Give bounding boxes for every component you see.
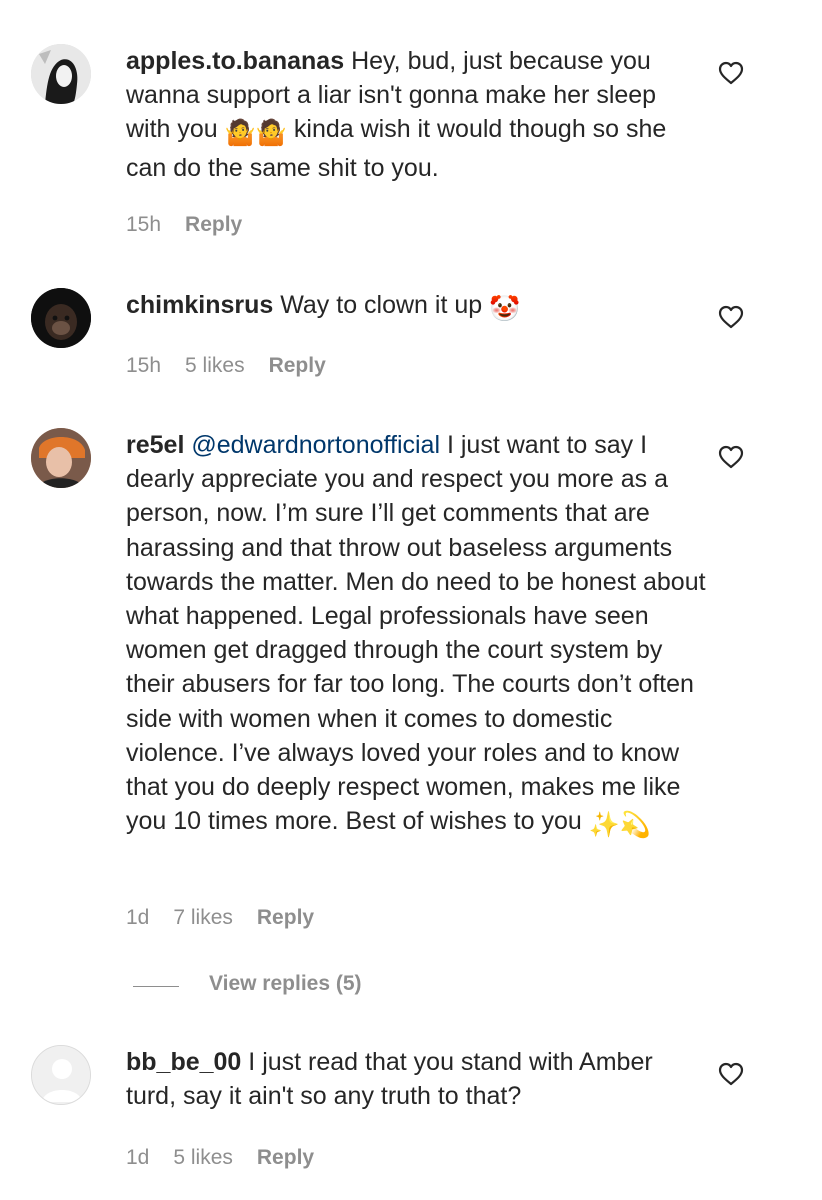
timestamp: 15h [126, 213, 162, 236]
comment-meta: 15h 5 likes Reply [126, 354, 350, 378]
username[interactable]: re5el [126, 431, 184, 459]
shrug-emoji: 🤷🤷 [224, 119, 287, 148]
reply-button[interactable]: Reply [257, 1146, 314, 1169]
username[interactable]: apples.to.bananas [126, 47, 344, 75]
likes-count[interactable]: 5 likes [185, 354, 245, 377]
reply-button[interactable]: Reply [269, 354, 326, 377]
comment-body: chimkinsrus Way to clown it up 🤡 [126, 288, 706, 326]
reply-button[interactable]: Reply [185, 213, 242, 236]
comment-body: re5el @edwardnortonofficial I just want … [126, 428, 706, 842]
timestamp: 15h [126, 354, 162, 377]
sparkles-emoji: ✨💫 [588, 811, 651, 840]
comment-body: apples.to.bananas Hey, bud, just because… [126, 44, 706, 185]
avatar[interactable] [31, 1045, 91, 1105]
username[interactable]: chimkinsrus [126, 291, 273, 319]
avatar[interactable] [31, 428, 91, 488]
heart-outline-icon[interactable] [718, 61, 744, 85]
avatar-image [31, 428, 91, 488]
view-replies-label[interactable]: View replies (5) [209, 972, 362, 996]
avatar-image [31, 44, 91, 104]
heart-outline-icon[interactable] [718, 445, 744, 469]
default-avatar-icon [32, 1046, 90, 1104]
reply-button[interactable]: Reply [257, 906, 314, 929]
clown-emoji: 🤡 [489, 295, 521, 323]
comment-text: Way to clown it up [280, 291, 483, 319]
avatar[interactable] [31, 44, 91, 104]
avatar[interactable] [31, 288, 91, 348]
avatar-image [31, 288, 91, 348]
timestamp: 1d [126, 1146, 150, 1169]
comment-meta: 15h Reply [126, 213, 266, 237]
username[interactable]: bb_be_00 [126, 1048, 241, 1076]
comment-meta: 1d 5 likes Reply [126, 1146, 338, 1170]
comment-meta: 1d 7 likes Reply [126, 906, 338, 930]
heart-outline-icon[interactable] [718, 305, 744, 329]
likes-count[interactable]: 7 likes [173, 906, 233, 929]
divider-line [133, 986, 179, 987]
comment-body: bb_be_00 I just read that you stand with… [126, 1045, 706, 1113]
timestamp: 1d [126, 906, 150, 929]
comment-text: I just want to say I dearly appreciate y… [126, 431, 706, 836]
likes-count[interactable]: 5 likes [173, 1146, 233, 1169]
heart-outline-icon[interactable] [718, 1062, 744, 1086]
mention-link[interactable]: @edwardnortonofficial [191, 431, 440, 459]
